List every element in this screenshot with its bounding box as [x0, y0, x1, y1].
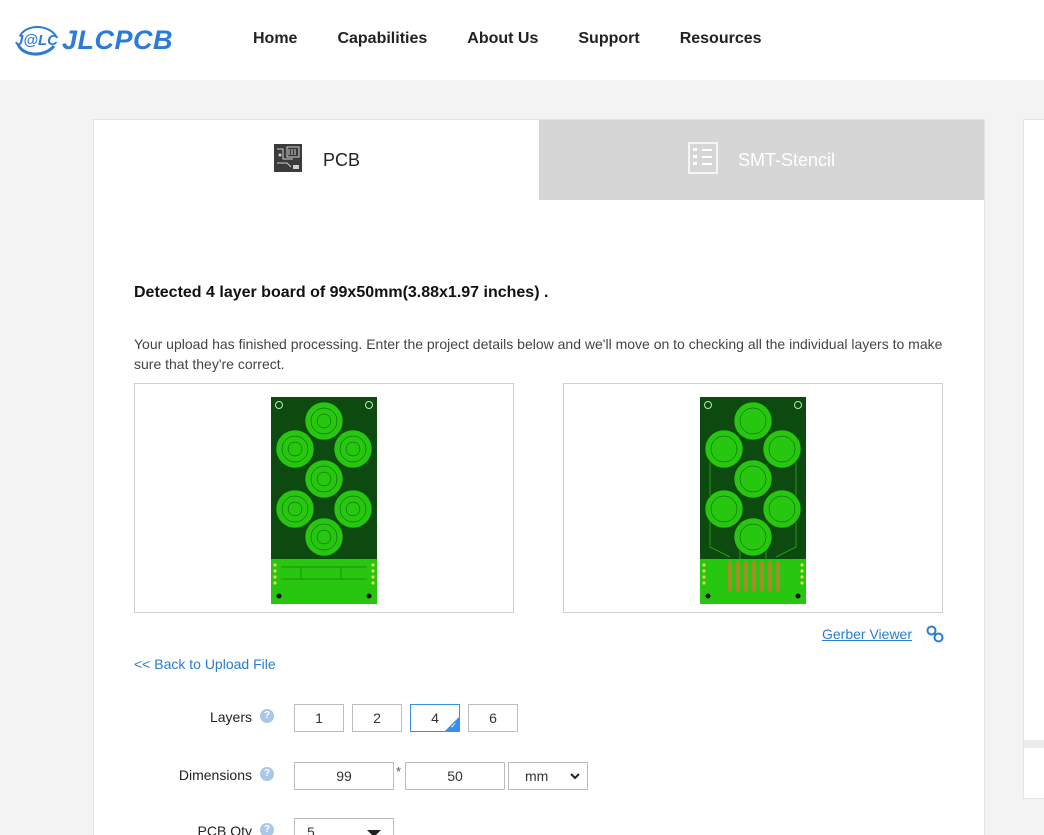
layer-option-2[interactable]: 2	[352, 704, 402, 732]
dimensions-help-icon[interactable]: ?	[260, 767, 274, 781]
pcb-board-icon	[273, 143, 303, 178]
quote-card: PCB SMT-Stencil Detected 4 layer board o…	[93, 119, 985, 835]
dimension-separator: *	[396, 764, 402, 779]
logo-text: JLCPCB	[62, 24, 174, 55]
layer-option-4[interactable]: 4 ✓	[410, 704, 460, 732]
site-header: J@LC JLCPCB Home Capabilities About Us S…	[0, 0, 1044, 80]
pcb-top-image	[271, 397, 377, 604]
pcb-bottom-preview	[563, 383, 943, 613]
pcb-qty-value: 5	[307, 824, 315, 835]
gerber-viewer-link[interactable]: Gerber Viewer	[822, 626, 912, 642]
tab-smt-stencil[interactable]: SMT-Stencil	[539, 120, 984, 200]
qty-help-icon[interactable]: ?	[260, 823, 274, 835]
product-tabs: PCB SMT-Stencil	[94, 120, 984, 200]
upload-description: Your upload has finished processing. Ent…	[134, 336, 943, 372]
layer-option-1[interactable]: 1	[294, 704, 344, 732]
pcb-top-preview	[134, 383, 514, 613]
dimension-unit-select[interactable]: mm	[508, 762, 588, 790]
panel-divider	[1024, 740, 1044, 748]
jlc-logo-mark: J@LC	[14, 22, 59, 58]
order-summary-panel	[1023, 119, 1044, 799]
pcb-qty-select[interactable]: 5	[294, 818, 394, 835]
nav-about-us[interactable]: About Us	[467, 30, 538, 48]
pcb-qty-label: PCB Qty	[197, 823, 252, 835]
dimension-unit-value: mm	[525, 768, 549, 784]
tab-pcb[interactable]: PCB	[94, 120, 539, 200]
layer-option-6[interactable]: 6	[468, 704, 518, 732]
chevron-down-icon	[569, 764, 581, 797]
dimension-width-input[interactable]: 99	[294, 762, 394, 790]
back-to-upload-link[interactable]: << Back to Upload File	[134, 656, 276, 672]
nav-home[interactable]: Home	[253, 30, 297, 48]
nav-capabilities[interactable]: Capabilities	[337, 30, 427, 48]
stencil-icon	[688, 141, 718, 179]
layers-label: Layers	[209, 709, 252, 725]
main-nav: Home Capabilities About Us Support Resou…	[253, 30, 802, 48]
layer-option-4-label: 4	[431, 710, 439, 726]
pcb-bottom-image	[700, 397, 806, 604]
dimensions-label: Dimensions	[178, 767, 252, 783]
detected-board-info: Detected 4 layer board of 99x50mm(3.88x1…	[134, 284, 549, 301]
dimension-height-input[interactable]: 50	[405, 762, 505, 790]
layers-help-icon[interactable]: ?	[260, 709, 274, 723]
tab-smt-label: SMT-Stencil	[737, 149, 836, 170]
nav-resources[interactable]: Resources	[680, 30, 762, 48]
link-icon[interactable]	[926, 625, 944, 648]
logo-mark-text: J@LC	[15, 32, 58, 49]
check-icon: ✓	[450, 721, 457, 730]
tab-pcb-label: PCB	[322, 149, 360, 170]
nav-support[interactable]: Support	[578, 30, 639, 48]
dropdown-arrow-icon	[367, 830, 381, 835]
jlcpcb-logo[interactable]: J@LC JLCPCB	[14, 22, 173, 58]
